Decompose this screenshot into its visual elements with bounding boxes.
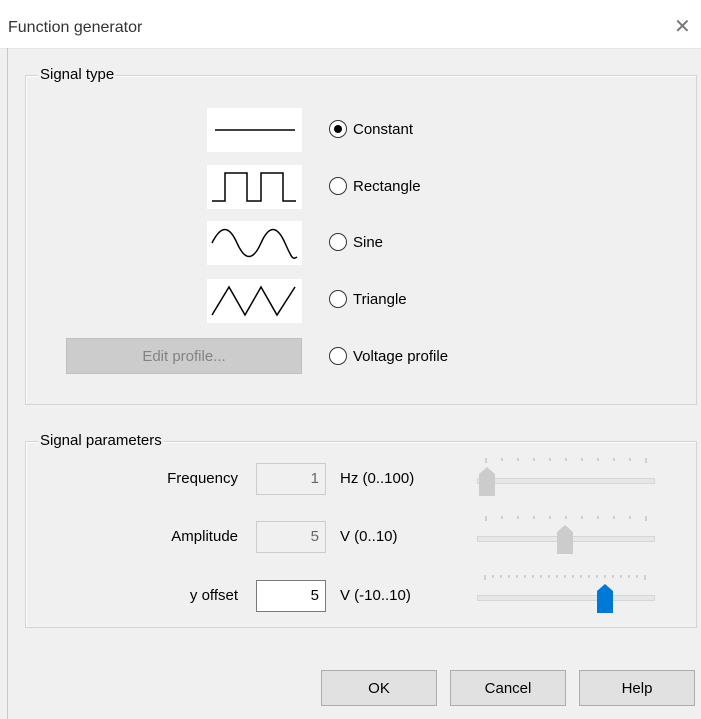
- close-icon[interactable]: ✕: [674, 17, 691, 37]
- y-offset-slider-ticks: [484, 575, 646, 580]
- y-offset-label: y offset: [189, 587, 238, 604]
- radio-triangle[interactable]: Triangle: [329, 288, 407, 310]
- radio-voltage-profile-label: Voltage profile: [353, 347, 449, 365]
- amplitude-slider-thumb[interactable]: [556, 524, 576, 556]
- y-offset-slider-track: [477, 595, 655, 601]
- radio-triangle-label: Triangle: [353, 290, 407, 308]
- sine-wave-icon: [207, 221, 302, 265]
- radio-sine[interactable]: Sine: [329, 231, 383, 253]
- radio-indicator: [329, 347, 347, 365]
- frequency-unit: Hz (0..100): [340, 470, 415, 487]
- amplitude-slider[interactable]: [477, 514, 655, 554]
- rectangle-wave-icon: [207, 165, 302, 209]
- cancel-button[interactable]: Cancel: [450, 670, 566, 706]
- radio-constant-label: Constant: [353, 120, 414, 138]
- title-bar: Function generator ✕: [0, 0, 701, 49]
- window-border: [7, 48, 8, 719]
- y-offset-slider[interactable]: [477, 573, 655, 613]
- edit-profile-button[interactable]: Edit profile...: [66, 338, 302, 374]
- ok-button[interactable]: OK: [321, 670, 437, 706]
- radio-indicator: [329, 177, 347, 195]
- y-offset-field[interactable]: 5: [256, 580, 326, 612]
- radio-rectangle[interactable]: Rectangle: [329, 175, 421, 197]
- frequency-slider-track: [477, 478, 655, 484]
- signal-type-group-label: Signal type: [38, 66, 117, 83]
- window-title: Function generator: [8, 19, 143, 36]
- amplitude-field[interactable]: 5: [256, 521, 326, 553]
- radio-constant[interactable]: Constant: [329, 118, 413, 140]
- frequency-slider-thumb[interactable]: [478, 466, 498, 498]
- signal-parameters-group-label: Signal parameters: [38, 432, 164, 449]
- y-offset-unit: V (-10..10): [340, 587, 411, 604]
- constant-wave-icon: [207, 108, 302, 152]
- radio-indicator: [329, 290, 347, 308]
- help-button[interactable]: Help: [579, 670, 695, 706]
- y-offset-slider-thumb[interactable]: [596, 583, 616, 615]
- radio-selected-indicator: [329, 120, 347, 138]
- radio-indicator: [329, 233, 347, 251]
- frequency-slider-ticks: [485, 458, 647, 463]
- frequency-label: Frequency: [167, 470, 238, 487]
- triangle-wave-icon: [207, 279, 302, 323]
- radio-sine-label: Sine: [353, 233, 384, 251]
- amplitude-unit: V (0..10): [340, 528, 398, 545]
- frequency-slider[interactable]: [477, 456, 655, 496]
- radio-rectangle-label: Rectangle: [353, 177, 421, 195]
- amplitude-label: Amplitude: [171, 528, 238, 545]
- radio-voltage-profile[interactable]: Voltage profile: [329, 345, 448, 367]
- frequency-field[interactable]: 1: [256, 463, 326, 495]
